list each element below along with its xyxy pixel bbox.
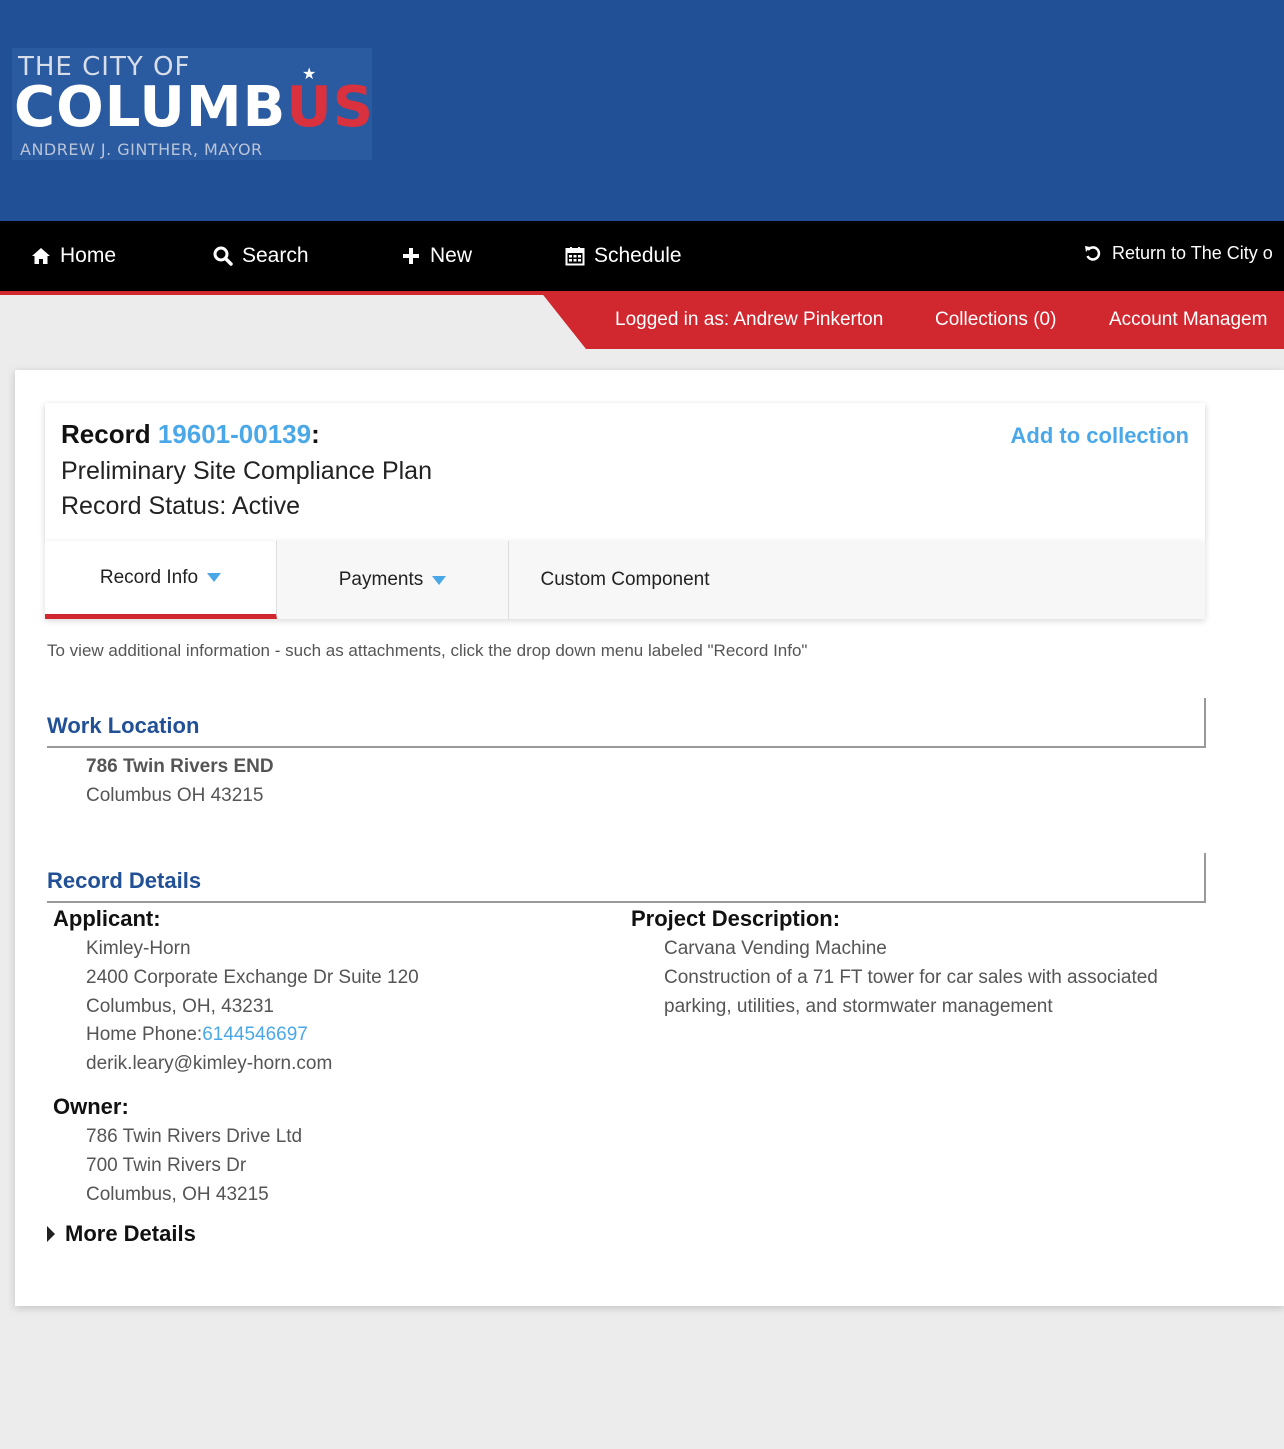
logo-line2: COLUMBUS xyxy=(14,78,374,138)
record-details-title: Record Details xyxy=(47,868,202,893)
more-details-toggle[interactable]: More Details xyxy=(47,1221,196,1247)
caret-down-icon xyxy=(207,573,222,582)
plus-icon xyxy=(400,245,422,267)
nav-new-label: New xyxy=(430,244,473,267)
tab-record-info[interactable]: Record Info xyxy=(45,541,277,619)
owner-label: Owner: xyxy=(53,1094,129,1119)
user-bar: Logged in as: Andrew Pinkerton Collectio… xyxy=(540,291,1284,349)
star-icon: ★ xyxy=(302,66,317,83)
section-divider xyxy=(47,698,1206,748)
main-nav: Home Search New Schedule Return to The C… xyxy=(0,221,1284,291)
tab-custom-label: Custom Component xyxy=(540,569,710,590)
site-header: THE CITY OF COLUMBUS ★ ANDREW J. GINTHER… xyxy=(0,0,1284,221)
nav-home[interactable]: Home xyxy=(30,221,116,291)
project-desc-line2: parking, utilities, and stormwater manag… xyxy=(664,996,1053,1017)
record-type: Preliminary Site Compliance Plan xyxy=(61,457,432,485)
nav-search[interactable]: Search xyxy=(212,221,309,291)
section-divider xyxy=(47,853,1206,903)
work-location-title: Work Location xyxy=(47,713,200,738)
tab-payments[interactable]: Payments xyxy=(277,541,509,619)
nav-schedule-label: Schedule xyxy=(594,244,682,267)
calendar-icon xyxy=(564,245,586,267)
nav-return[interactable]: Return to The City o xyxy=(1082,218,1273,288)
phone-link[interactable]: 6144546697 xyxy=(202,1024,308,1045)
tab-record-info-label: Record Info xyxy=(99,566,199,588)
work-location-line2: Columbus OH 43215 xyxy=(86,785,264,806)
record-title: Record 19601-00139: xyxy=(61,419,320,450)
applicant-email: derik.leary@kimley-horn.com xyxy=(86,1053,333,1074)
work-location-line1: 786 Twin Rivers END xyxy=(86,756,274,777)
nav-schedule[interactable]: Schedule xyxy=(564,221,682,291)
project-description-label: Project Description: xyxy=(631,906,841,931)
tab-payments-label: Payments xyxy=(338,569,424,590)
more-details-label: More Details xyxy=(65,1221,196,1246)
project-desc-line1: Construction of a 71 FT tower for car sa… xyxy=(664,967,1158,988)
applicant-address2: Columbus, OH, 43231 xyxy=(86,996,274,1017)
undo-icon xyxy=(1082,242,1104,264)
applicant-phone-row: Home Phone:6144546697 xyxy=(86,1024,308,1046)
record-colon: : xyxy=(311,419,320,449)
collections-link[interactable]: Collections (0) xyxy=(935,309,1056,331)
record-tabs: Record Info Payments Custom Component xyxy=(45,541,1205,619)
account-management-link[interactable]: Account Managem xyxy=(1109,309,1267,331)
nav-return-label: Return to The City o xyxy=(1112,242,1273,263)
owner-name: 786 Twin Rivers Drive Ltd xyxy=(86,1126,303,1147)
home-icon xyxy=(30,245,52,267)
record-label: Record xyxy=(61,419,151,449)
caret-down-icon xyxy=(432,575,447,585)
caret-right-icon xyxy=(47,1226,55,1242)
applicant-address1: 2400 Corporate Exchange Dr Suite 120 xyxy=(86,967,419,988)
nav-search-label: Search xyxy=(242,244,309,267)
applicant-label: Applicant: xyxy=(53,906,161,931)
city-logo[interactable]: THE CITY OF COLUMBUS ★ ANDREW J. GINTHER… xyxy=(12,48,374,160)
logo-main: COLUMB xyxy=(14,75,287,140)
owner-address1: 700 Twin Rivers Dr xyxy=(86,1155,247,1176)
record-number[interactable]: 19601-00139 xyxy=(158,419,311,449)
owner-address2: Columbus, OH 43215 xyxy=(86,1184,269,1205)
search-icon xyxy=(212,245,234,267)
logo-line3: ANDREW J. GINTHER, MAYOR xyxy=(20,140,263,159)
project-name: Carvana Vending Machine xyxy=(664,938,887,959)
record-status: Record Status: Active xyxy=(61,492,301,520)
nav-new[interactable]: New xyxy=(400,221,472,291)
nav-home-label: Home xyxy=(60,244,117,267)
phone-label: Home Phone: xyxy=(86,1024,203,1045)
logged-in-label[interactable]: Logged in as: Andrew Pinkerton xyxy=(615,309,883,331)
add-to-collection-link[interactable]: Add to collection xyxy=(1011,423,1189,449)
record-header: Record 19601-00139: Preliminary Site Com… xyxy=(45,403,1205,541)
info-hint: To view additional information - such as… xyxy=(47,641,808,660)
tab-custom-component[interactable]: Custom Component xyxy=(509,541,741,619)
logo-accent: US xyxy=(286,75,375,140)
applicant-name: Kimley-Horn xyxy=(86,938,191,959)
